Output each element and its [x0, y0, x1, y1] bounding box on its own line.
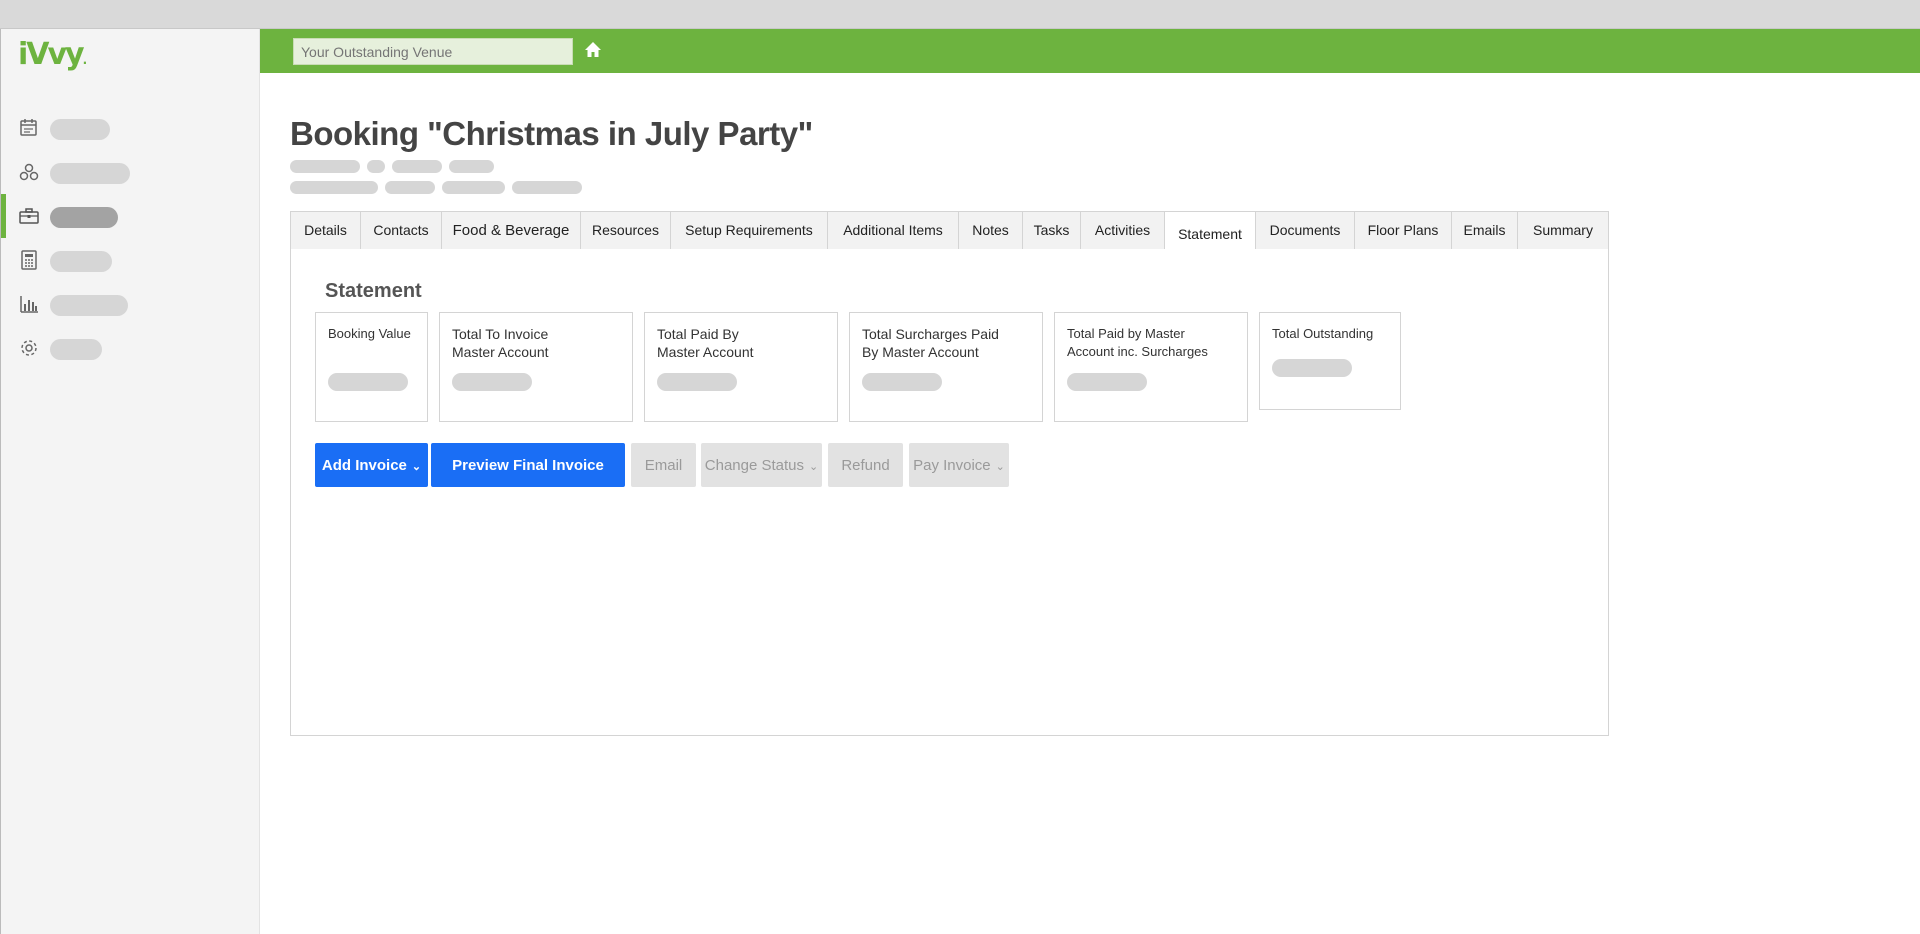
tab-details[interactable]: Details	[291, 212, 361, 249]
home-icon[interactable]	[583, 40, 603, 60]
booking-meta-placeholder	[385, 181, 435, 194]
card-label: Total Surcharges Paid By Master Account	[862, 326, 999, 360]
tab-summary[interactable]: Summary	[1518, 212, 1608, 249]
contacts-icon	[18, 162, 40, 182]
card-label: Total Paid By Master Account	[657, 326, 754, 360]
booking-meta-placeholder	[449, 160, 494, 173]
card-value-placeholder	[1272, 359, 1352, 377]
pay-invoice-button[interactable]: Pay Invoice ⌄	[909, 443, 1009, 487]
sidebar-item-label-placeholder	[50, 207, 118, 228]
sidebar-item-bookings[interactable]	[1, 194, 260, 238]
card-value-placeholder	[328, 373, 408, 391]
tab-resources[interactable]: Resources	[581, 212, 671, 249]
preview-final-invoice-button[interactable]: Preview Final Invoice	[431, 443, 625, 487]
total-surcharges-paid-card: Total Surcharges Paid By Master Account	[849, 312, 1043, 422]
card-value-placeholder	[862, 373, 942, 391]
top-header	[260, 29, 1920, 73]
tab-notes[interactable]: Notes	[959, 212, 1023, 249]
booking-meta-placeholder	[290, 160, 360, 173]
briefcase-icon	[18, 206, 40, 226]
sidebar-item-reports[interactable]	[1, 282, 260, 326]
sidebar-item-label-placeholder	[50, 119, 110, 140]
tab-contacts[interactable]: Contacts	[361, 212, 442, 249]
sidebar-item-settings[interactable]	[1, 326, 260, 370]
venue-search-input[interactable]	[293, 38, 573, 65]
chevron-down-icon: ⌄	[411, 460, 422, 473]
booking-meta-placeholder	[290, 181, 378, 194]
tab-documents[interactable]: Documents	[1256, 212, 1355, 249]
email-button[interactable]: Email	[631, 443, 696, 487]
total-paid-inc-surcharges-card: Total Paid by Master Account inc. Surchar…	[1054, 312, 1248, 422]
total-paid-by-master-card: Total Paid By Master Account	[644, 312, 838, 422]
bar-chart-icon	[18, 294, 40, 314]
sidebar-item-label-placeholder	[50, 163, 130, 184]
tab-statement[interactable]: Statement	[1165, 212, 1256, 251]
tab-activities[interactable]: Activities	[1081, 212, 1165, 249]
page-title: Booking "Christmas in July Party"	[290, 115, 813, 152]
change-status-button[interactable]: Change Status ⌄	[701, 443, 822, 487]
booking-tabs: Details Contacts Food & Beverage Resourc…	[290, 211, 1609, 251]
chevron-down-icon: ⌄	[809, 460, 819, 473]
calendar-icon	[18, 118, 40, 138]
card-label: Total To Invoice Master Account	[452, 326, 549, 360]
total-to-invoice-card: Total To Invoice Master Account	[439, 312, 633, 422]
browser-top-strip	[0, 0, 1920, 29]
tab-setup-requirements[interactable]: Setup Requirements	[671, 212, 828, 249]
tab-emails[interactable]: Emails	[1452, 212, 1518, 249]
tab-additional-items[interactable]: Additional Items	[828, 212, 959, 249]
sidebar-item-contacts[interactable]	[1, 150, 260, 194]
refund-button[interactable]: Refund	[828, 443, 903, 487]
sidebar-item-label-placeholder	[50, 251, 112, 272]
add-invoice-button[interactable]: Add Invoice ⌄	[315, 443, 428, 487]
tab-floor-plans[interactable]: Floor Plans	[1355, 212, 1452, 249]
statement-heading: Statement	[325, 280, 422, 302]
calculator-icon	[18, 250, 40, 270]
card-label: Booking Value	[328, 326, 411, 341]
sidebar-item-label-placeholder	[50, 339, 102, 360]
booking-meta-placeholder	[512, 181, 582, 194]
booking-meta-placeholder	[367, 160, 385, 173]
card-value-placeholder	[452, 373, 532, 391]
card-value-placeholder	[1067, 373, 1147, 391]
sidebar-item-calendar[interactable]	[1, 106, 260, 150]
booking-value-card: Booking Value	[315, 312, 428, 422]
ivvy-logo[interactable]: iVvy.	[18, 37, 87, 72]
chevron-down-icon: ⌄	[995, 460, 1005, 473]
tab-food-beverage[interactable]: Food & Beverage	[442, 212, 581, 249]
gear-icon	[18, 338, 40, 358]
sidebar: iVvy.	[0, 29, 260, 934]
sidebar-item-finance[interactable]	[1, 238, 260, 282]
card-label: Total Outstanding	[1272, 326, 1374, 341]
booking-meta-placeholder	[442, 181, 505, 194]
card-label: Total Paid by Master Account inc. Surchar…	[1067, 326, 1208, 359]
total-outstanding-card: Total Outstanding	[1259, 312, 1401, 410]
booking-meta-placeholder	[392, 160, 442, 173]
card-value-placeholder	[657, 373, 737, 391]
sidebar-item-label-placeholder	[50, 295, 128, 316]
tab-tasks[interactable]: Tasks	[1023, 212, 1081, 249]
